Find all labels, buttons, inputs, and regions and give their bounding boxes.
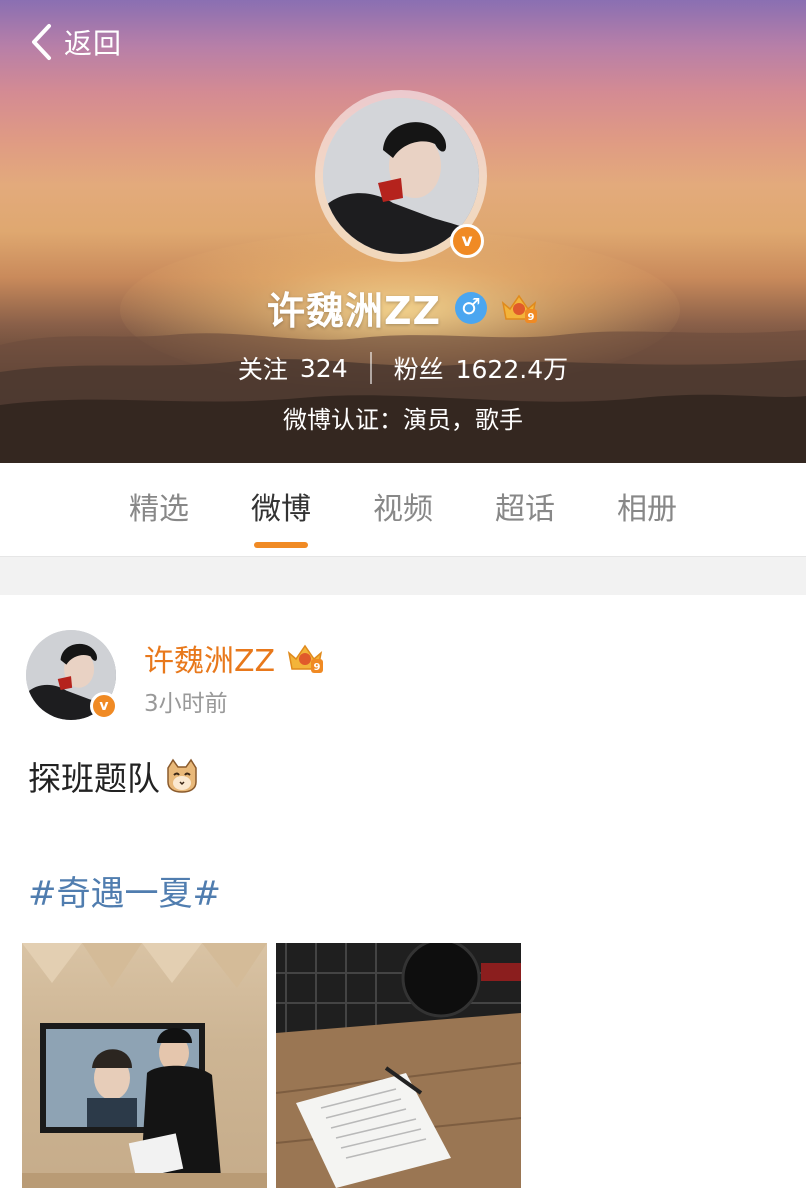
tab-video[interactable]: 视频 (342, 463, 464, 556)
post-content: 探班题队 (28, 752, 200, 800)
level-number: 9 (314, 662, 321, 673)
photo-desk-art (276, 943, 521, 1188)
followers-count[interactable]: 1622.4万 (456, 350, 568, 386)
post-author-name[interactable]: 许魏洲ZZ (144, 636, 275, 680)
photo-script-desk[interactable] (276, 943, 521, 1188)
tab-label: 精选 (129, 492, 189, 527)
verification-text: 微博认证：演员，歌手 (283, 406, 523, 434)
verified-badge-icon: v (90, 692, 118, 720)
followers-label[interactable]: 粉丝 (394, 350, 444, 386)
profile-name: 许魏洲ZZ (266, 289, 442, 333)
tab-featured[interactable]: 精选 (98, 463, 220, 556)
topic-link[interactable]: #奇遇一夏# (28, 866, 221, 915)
following-count[interactable]: 324 (300, 354, 348, 383)
tab-label: 微博 (251, 492, 311, 527)
verified-badge-icon: v (450, 224, 484, 258)
member-crown-icon[interactable]: 9 (499, 291, 539, 325)
male-gender-icon: ♂ (455, 291, 488, 324)
chevron-left-icon (32, 24, 51, 60)
photo-studio-art (22, 943, 267, 1188)
tab-label: 超话 (495, 492, 555, 527)
profile-name-row: 许魏洲ZZ ♂ 9 (0, 280, 806, 335)
back-label: 返回 (64, 27, 123, 60)
post-text: 探班题队 (28, 759, 160, 798)
active-tab-indicator (254, 542, 308, 548)
profile-tabs: 精选 微博 视频 超话 相册 (0, 463, 806, 557)
member-crown-icon[interactable]: 9 (285, 641, 325, 675)
tab-weibo[interactable]: 微博 (220, 463, 342, 556)
following-label[interactable]: 关注 (238, 350, 288, 386)
post-author-row: 许魏洲ZZ 9 (144, 636, 325, 680)
stats-divider (369, 352, 372, 384)
photo-studio-portrait[interactable] (22, 943, 267, 1188)
back-button[interactable]: 返回 (30, 20, 122, 64)
tab-super-topic[interactable]: 超话 (464, 463, 586, 556)
tab-album[interactable]: 相册 (586, 463, 708, 556)
post-timestamp: 3小时前 (144, 691, 228, 717)
tab-label: 视频 (373, 492, 433, 527)
section-divider (0, 557, 806, 595)
profile-stats: 关注 324 粉丝 1622.4万 (0, 350, 806, 386)
level-number: 9 (528, 312, 535, 323)
tab-label: 相册 (617, 492, 677, 527)
cat-face-icon (167, 758, 197, 793)
